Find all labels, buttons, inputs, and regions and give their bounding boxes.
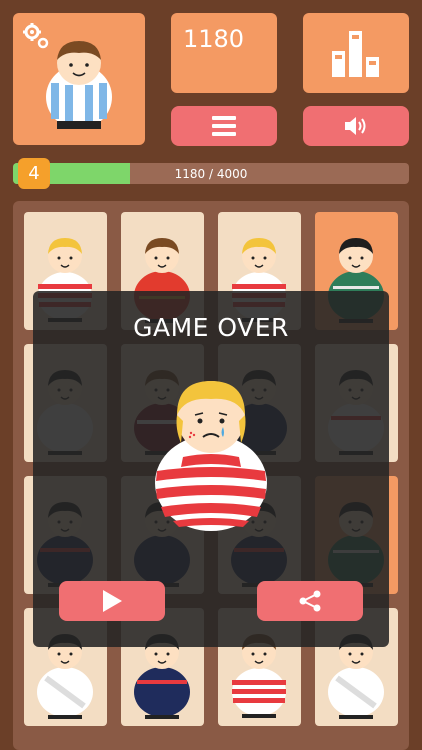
crying-doll-illustration: [155, 381, 267, 531]
score-card: 1180: [171, 13, 277, 93]
level-progress-bar: 1180 / 4000: [13, 163, 409, 184]
play-again-button[interactable]: [59, 581, 165, 621]
game-over-modal: GAME OVER: [33, 291, 389, 647]
modal-title: GAME OVER: [133, 313, 289, 342]
speaker-icon: [345, 117, 366, 135]
share-button[interactable]: [257, 581, 363, 621]
score-value: 1180: [183, 25, 245, 53]
player-avatar-card: [13, 13, 145, 145]
share-icon: [299, 590, 321, 612]
progress-label: 1180 / 4000: [174, 166, 248, 181]
sound-toggle-button[interactable]: [303, 106, 409, 146]
menu-button[interactable]: [171, 106, 277, 146]
leaderboard-button[interactable]: [303, 13, 409, 93]
play-icon: [103, 590, 122, 612]
hamburger-menu-icon: [212, 116, 236, 136]
gear-icon[interactable]: [21, 21, 51, 51]
level-badge: 4: [18, 158, 50, 189]
bar-chart-icon: [332, 31, 379, 77]
